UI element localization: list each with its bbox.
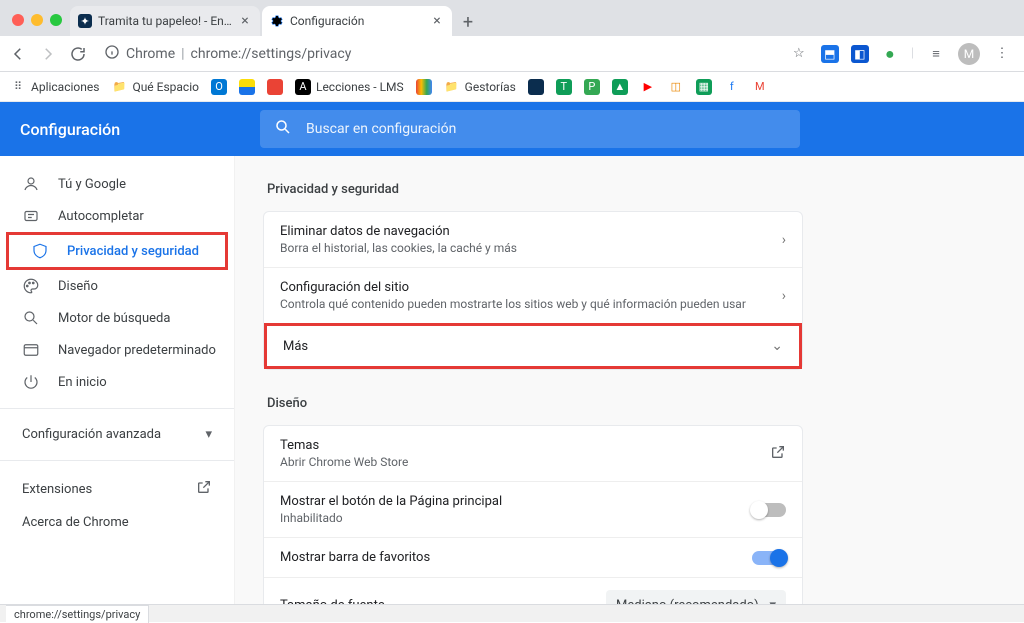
sidebar-item-autofill[interactable]: Autocompletar — [0, 200, 234, 232]
chevron-right-icon: › — [782, 288, 786, 304]
tab-close-icon[interactable]: × — [430, 14, 444, 28]
row-site-settings[interactable]: Configuración del sitio Controla qué con… — [264, 267, 802, 323]
bookmark-folder[interactable]: 📁Qué Espacio — [111, 79, 199, 95]
sidebar-item-search-engine[interactable]: Motor de búsqueda — [0, 302, 234, 334]
sidebar-item-label: En inicio — [58, 375, 107, 390]
open-external-icon — [770, 444, 786, 464]
bookmark-item[interactable]: M — [752, 79, 768, 95]
row-themes[interactable]: Temas Abrir Chrome Web Store — [264, 426, 802, 481]
favicon-icon: ✦ — [78, 14, 92, 28]
site-info-icon[interactable] — [104, 44, 120, 64]
extension-icon[interactable]: ≡ — [926, 44, 946, 64]
new-tab-button[interactable]: + — [454, 8, 482, 36]
sidebar-item-privacy[interactable]: Privacidad y seguridad — [9, 235, 225, 267]
sidebar-item-label: Tú y Google — [58, 177, 126, 192]
close-window-icon[interactable] — [12, 14, 24, 26]
toggle-bookmarks-bar[interactable] — [752, 551, 786, 565]
extension-icon[interactable]: ◧ — [851, 45, 869, 63]
autofill-icon — [22, 207, 40, 225]
sidebar-item-label: Diseño — [58, 279, 98, 294]
extension-icon[interactable]: ● — [881, 45, 899, 63]
browser-icon — [22, 341, 40, 359]
row-font-size[interactable]: Tamaño de fuente Mediano (recomendado) ▾ — [264, 577, 802, 604]
sidebar-item-label: Motor de búsqueda — [58, 311, 170, 326]
bookmark-item[interactable]: ▶ — [640, 79, 656, 95]
section-title-privacy: Privacidad y seguridad — [267, 182, 994, 197]
address-prefix: Chrome — [126, 46, 175, 62]
toggle-home-button[interactable] — [752, 503, 786, 517]
bookmark-item[interactable] — [239, 79, 255, 95]
profile-avatar[interactable]: M — [958, 43, 980, 65]
settings-sidebar: Tú y Google Autocompletar Privacidad y s… — [0, 156, 235, 604]
palette-icon — [22, 277, 40, 295]
open-external-icon — [196, 479, 212, 499]
reload-button[interactable] — [68, 44, 88, 64]
bookmark-item[interactable]: P — [584, 79, 600, 95]
bookmark-item[interactable] — [267, 79, 283, 95]
section-title-design: Diseño — [267, 396, 994, 411]
page-title: Configuración — [0, 120, 260, 139]
privacy-card: Eliminar datos de navegación Borra el hi… — [263, 211, 803, 370]
browser-tab-inactive[interactable]: ✦ Tramita tu papeleo! - Entre Trá × — [70, 6, 260, 36]
status-url: chrome://settings/privacy — [6, 605, 149, 623]
bookmark-item[interactable]: O — [211, 79, 227, 95]
tab-title: Configuración — [290, 14, 424, 28]
bookmark-item[interactable]: ALecciones - LMS — [295, 79, 404, 95]
font-size-select[interactable]: Mediano (recomendado) ▾ — [606, 590, 786, 604]
forward-button[interactable] — [38, 44, 58, 64]
bookmark-item[interactable] — [416, 79, 432, 95]
sidebar-item-label: Navegador predeterminado — [58, 343, 216, 358]
bookmark-item[interactable]: T — [556, 79, 572, 95]
search-icon — [274, 118, 292, 140]
address-bar[interactable]: Chrome | chrome://settings/privacy — [98, 44, 779, 64]
row-bookmarks-bar[interactable]: Mostrar barra de favoritos — [264, 537, 802, 577]
tab-title: Tramita tu papeleo! - Entre Trá — [98, 14, 232, 28]
status-bar: chrome://settings/privacy — [0, 604, 1024, 622]
minimize-window-icon[interactable] — [31, 14, 43, 26]
bookmark-item[interactable]: ▦ — [696, 79, 712, 95]
chrome-menu-icon[interactable]: ⋮ — [992, 44, 1012, 64]
back-button[interactable] — [8, 44, 28, 64]
sidebar-extensions[interactable]: Extensiones — [0, 471, 234, 507]
address-url: chrome://settings/privacy — [191, 46, 352, 62]
sidebar-advanced[interactable]: Configuración avanzada ▾ — [0, 419, 234, 450]
settings-header: Configuración — [0, 102, 1024, 156]
bookmark-folder[interactable]: 📁Gestorías — [444, 79, 516, 95]
person-icon — [22, 175, 40, 193]
sidebar-item-appearance[interactable]: Diseño — [0, 270, 234, 302]
settings-gear-icon — [270, 14, 284, 28]
bookmark-item[interactable]: ▲ — [612, 79, 628, 95]
bookmark-item[interactable]: f — [724, 79, 740, 95]
sidebar-about[interactable]: Acerca de Chrome — [0, 507, 234, 538]
bookmark-item[interactable]: ◫ — [668, 79, 684, 95]
bookmarks-bar: ⠿Aplicaciones 📁Qué Espacio O ALecciones … — [0, 72, 1024, 102]
extension-icon[interactable]: ⬒ — [821, 45, 839, 63]
power-icon — [22, 373, 40, 391]
window-traffic-lights[interactable] — [6, 14, 70, 36]
apps-shortcut[interactable]: ⠿Aplicaciones — [10, 79, 99, 95]
maximize-window-icon[interactable] — [50, 14, 62, 26]
bookmark-item[interactable] — [528, 79, 544, 95]
sidebar-item-you-and-google[interactable]: Tú y Google — [0, 168, 234, 200]
sidebar-item-label: Privacidad y seguridad — [67, 244, 199, 259]
chevron-down-icon: ▾ — [205, 427, 212, 442]
settings-search[interactable] — [260, 110, 800, 148]
search-input[interactable] — [306, 121, 786, 137]
row-clear-browsing-data[interactable]: Eliminar datos de navegación Borra el hi… — [264, 212, 802, 267]
chevron-right-icon: › — [782, 232, 786, 248]
sidebar-item-on-startup[interactable]: En inicio — [0, 366, 234, 398]
sidebar-item-label: Autocompletar — [58, 209, 144, 224]
row-more[interactable]: Más ⌄ — [264, 323, 802, 369]
shield-icon — [31, 242, 49, 260]
design-card: Temas Abrir Chrome Web Store Mostrar el … — [263, 425, 803, 604]
sidebar-item-default-browser[interactable]: Navegador predeterminado — [0, 334, 234, 366]
chevron-down-icon: ⌄ — [771, 338, 783, 354]
bookmark-star-icon[interactable]: ☆ — [789, 44, 809, 64]
browser-tab-active[interactable]: Configuración × — [262, 6, 452, 36]
tab-close-icon[interactable]: × — [238, 14, 252, 28]
search-icon — [22, 309, 40, 327]
row-home-button[interactable]: Mostrar el botón de la Página principal … — [264, 481, 802, 537]
